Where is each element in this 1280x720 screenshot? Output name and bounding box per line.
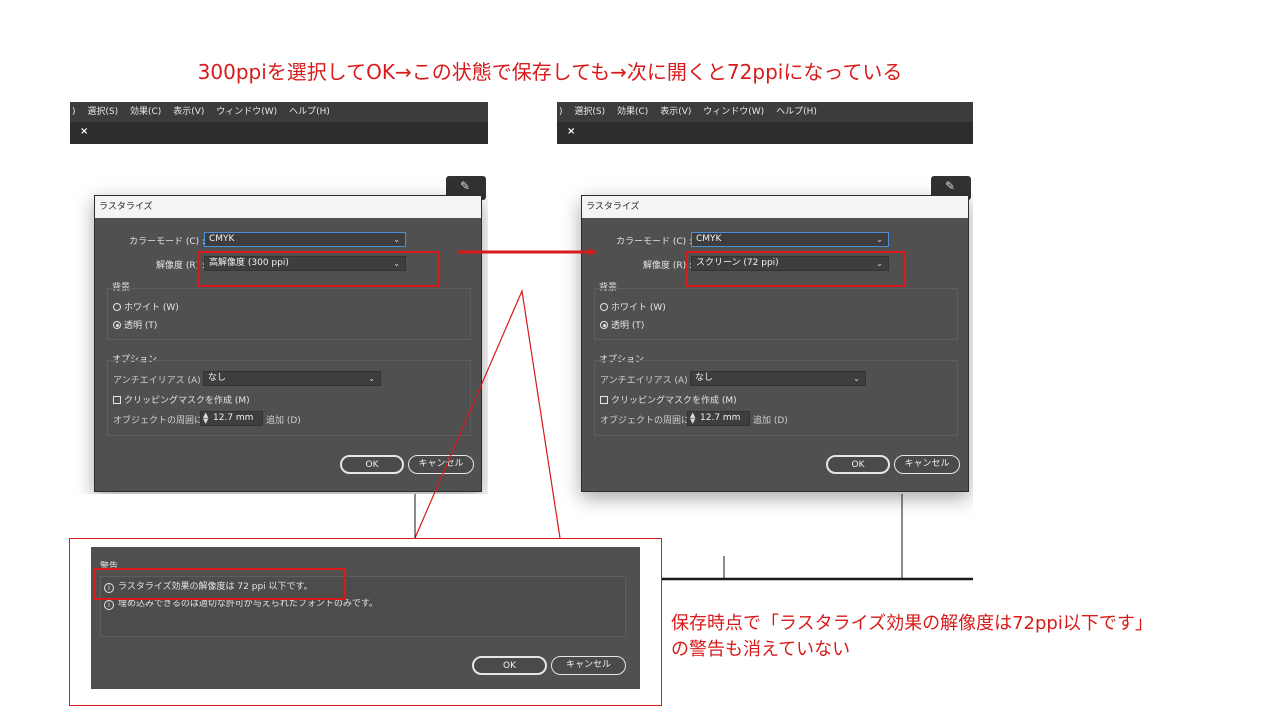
radio-white-label: ホワイト (W) <box>611 303 666 313</box>
headline: 300ppiを選択してOK→この状態で保存しても→次に開くと72ppiになってい… <box>197 60 903 84</box>
radio-transparent-label: 透明 (T) <box>124 321 158 331</box>
checkbox-icon <box>113 396 121 404</box>
color-mode-label: カラーモード (C) : <box>129 237 206 247</box>
menu-item-partial[interactable]: ) <box>72 107 76 117</box>
pencil-icon: ✎ <box>460 179 471 193</box>
warning-line-2-text: 埋め込みできるのは適切な許可が与えられたフォントのみです。 <box>118 599 378 609</box>
chevron-down-icon: ⌄ <box>853 374 860 383</box>
radio-transparent-label: 透明 (T) <box>611 321 645 331</box>
menu-item-select[interactable]: 選択(S) <box>87 107 118 117</box>
document-tabbar: × <box>70 122 488 144</box>
radio-white[interactable]: ホワイト (W) <box>113 300 179 313</box>
dialog-title: ラスタライズ <box>95 196 481 218</box>
clip-mask-label: クリッピングマスクを作成 (M) <box>611 396 737 406</box>
menu-item-window[interactable]: ウィンドウ(W) <box>216 107 277 117</box>
chevron-down-icon: ⌄ <box>368 374 375 383</box>
annotation-note-line-2: の警告も消えていない <box>671 639 851 660</box>
highlight-resolution-before <box>197 251 439 287</box>
stepper-icon: ▲ ▼ <box>203 411 209 425</box>
color-mode-select[interactable]: CMYK ⌄ <box>691 232 889 247</box>
menu-item-help[interactable]: ヘルプ(H) <box>289 107 330 117</box>
menubar: ) 選択(S) 効果(C) 表示(V) ウィンドウ(W) ヘルプ(H) <box>70 102 488 122</box>
warning-ok-button[interactable]: OK <box>472 656 547 675</box>
info-icon: i <box>104 600 114 610</box>
antialias-label: アンチエイリアス (A) : <box>600 376 694 386</box>
antialias-select[interactable]: なし ⌄ <box>203 371 381 386</box>
color-mode-select[interactable]: CMYK ⌄ <box>204 232 406 247</box>
radio-transparent[interactable]: 透明 (T) <box>600 318 644 331</box>
antialias-value: なし <box>695 373 714 383</box>
color-mode-value: CMYK <box>696 234 722 244</box>
menu-item-select[interactable]: 選択(S) <box>574 107 605 117</box>
menu-item-effect[interactable]: 効果(C) <box>617 107 648 117</box>
menu-item-view[interactable]: 表示(V) <box>660 107 691 117</box>
chevron-down-icon: ⌄ <box>393 235 400 244</box>
background-group <box>594 288 958 340</box>
resolution-label: 解像度 (R) : <box>643 261 693 271</box>
highlight-warning-line <box>94 568 346 600</box>
color-mode-label: カラーモード (C) : <box>616 237 693 247</box>
highlight-resolution-after <box>686 251 906 287</box>
cancel-button[interactable]: キャンセル <box>894 455 960 474</box>
radio-white-label: ホワイト (W) <box>124 303 179 313</box>
clip-mask-checkbox[interactable]: クリッピングマスクを作成 (M) <box>113 393 250 406</box>
screenshot-before: ) 選択(S) 効果(C) 表示(V) ウィンドウ(W) ヘルプ(H) × ✎ … <box>70 102 488 494</box>
menu-item-effect[interactable]: 効果(C) <box>130 107 161 117</box>
ok-button[interactable]: OK <box>826 455 890 474</box>
checkbox-icon <box>600 396 608 404</box>
document-tabbar: × <box>557 122 973 144</box>
radio-icon <box>600 303 608 311</box>
menu-item-help[interactable]: ヘルプ(H) <box>776 107 817 117</box>
antialias-label: アンチエイリアス (A) : <box>113 376 207 386</box>
add-label: 追加 (D) <box>266 416 301 426</box>
dialog-title: ラスタライズ <box>582 196 968 218</box>
annotation-note-line-1: 保存時点で「ラスタライズ効果の解像度は72ppi以下です」 <box>671 613 1153 634</box>
screenshot-after: ) 選択(S) 効果(C) 表示(V) ウィンドウ(W) ヘルプ(H) × ✎ … <box>557 102 973 582</box>
radio-transparent[interactable]: 透明 (T) <box>113 318 157 331</box>
rasterize-dialog-after: ラスタライズ カラーモード (C) : CMYK ⌄ 解像度 (R) : スクリ… <box>581 195 969 492</box>
menu-item-window[interactable]: ウィンドウ(W) <box>703 107 764 117</box>
around-input[interactable]: ▲ ▼ 12.7 mm <box>200 411 263 426</box>
antialias-select[interactable]: なし ⌄ <box>690 371 866 386</box>
close-icon[interactable]: × <box>567 126 575 137</box>
menu-item-view[interactable]: 表示(V) <box>173 107 204 117</box>
around-label: オブジェクトの周囲に : <box>113 416 209 426</box>
close-icon[interactable]: × <box>80 126 88 137</box>
annotation-note: 保存時点で「ラスタライズ効果の解像度は72ppi以下です」 の警告も消えていない <box>671 611 1153 663</box>
chevron-down-icon: ⌄ <box>876 235 883 244</box>
color-mode-value: CMYK <box>209 234 235 244</box>
around-label: オブジェクトの周囲に : <box>600 416 696 426</box>
around-value: 12.7 mm <box>213 413 254 423</box>
add-label: 追加 (D) <box>753 416 788 426</box>
stepper-icon: ▲ ▼ <box>690 411 696 425</box>
around-input[interactable]: ▲ ▼ 12.7 mm <box>687 411 750 426</box>
radio-icon <box>113 303 121 311</box>
pencil-icon: ✎ <box>945 179 956 193</box>
warning-cancel-button[interactable]: キャンセル <box>551 656 626 675</box>
clip-mask-checkbox[interactable]: クリッピングマスクを作成 (M) <box>600 393 737 406</box>
menubar: ) 選択(S) 効果(C) 表示(V) ウィンドウ(W) ヘルプ(H) <box>557 102 973 122</box>
background-group <box>107 288 471 340</box>
cancel-button[interactable]: キャンセル <box>408 455 474 474</box>
around-value: 12.7 mm <box>700 413 741 423</box>
radio-selected-icon <box>600 321 608 329</box>
menu-item-partial[interactable]: ) <box>559 107 563 117</box>
clip-mask-label: クリッピングマスクを作成 (M) <box>124 396 250 406</box>
ok-button[interactable]: OK <box>340 455 404 474</box>
rasterize-dialog-before: ラスタライズ カラーモード (C) : CMYK ⌄ 解像度 (R) : 高解像… <box>94 195 482 492</box>
antialias-value: なし <box>208 373 227 383</box>
radio-white[interactable]: ホワイト (W) <box>600 300 666 313</box>
radio-selected-icon <box>113 321 121 329</box>
